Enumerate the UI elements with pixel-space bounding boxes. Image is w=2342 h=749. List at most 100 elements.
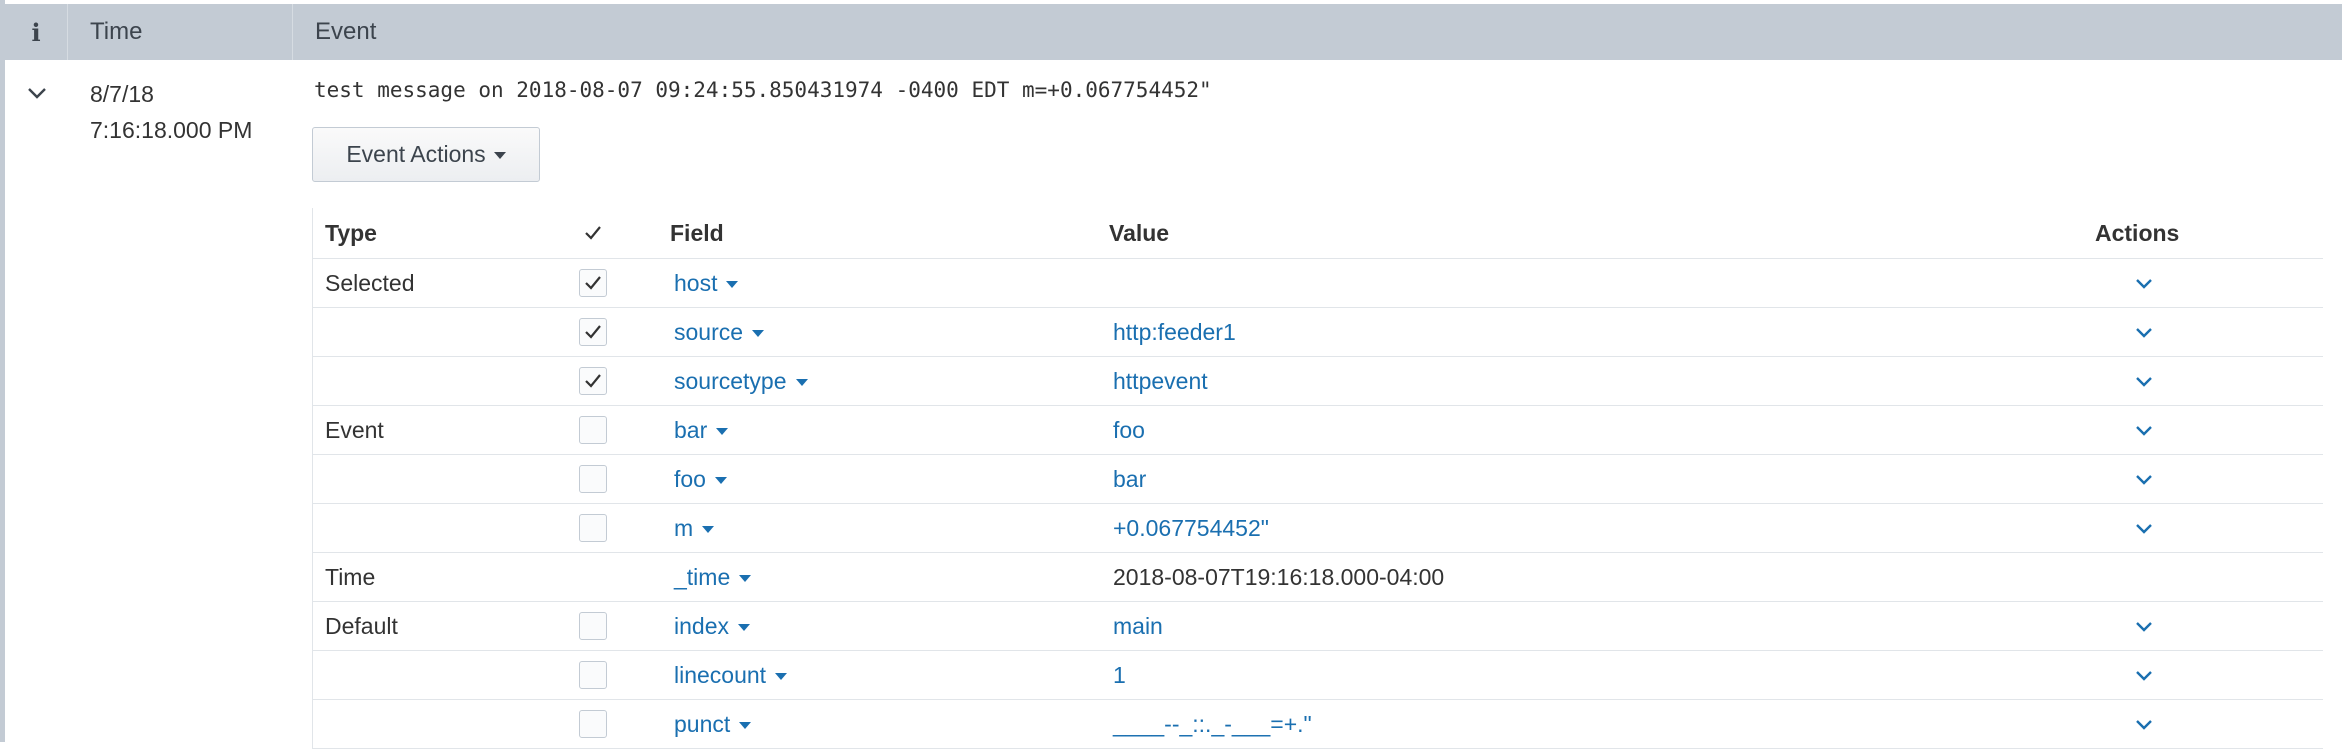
field-actions-button[interactable] — [2129, 464, 2159, 494]
info-column-header[interactable]: i — [5, 4, 68, 60]
field-select-cell — [579, 357, 607, 405]
field-select-cell — [579, 602, 607, 650]
fields-table: Type Field Value Actions Selected host sou… — [312, 208, 2323, 749]
checkmark-icon — [585, 325, 601, 339]
field-select-checkbox[interactable] — [579, 710, 607, 738]
field-row: Event bar foo — [313, 406, 2323, 455]
field-name-menu[interactable]: host — [674, 259, 739, 307]
chevron-down-icon — [28, 88, 46, 99]
field-row: Selected host — [313, 259, 2323, 308]
field-name-menu[interactable]: source — [674, 308, 765, 356]
field-name-menu[interactable]: linecount — [674, 651, 788, 699]
field-row: Default index main — [313, 602, 2323, 651]
field-name: m — [674, 514, 694, 541]
info-icon: i — [31, 17, 41, 47]
field-value[interactable]: ____--_::._-___=+." — [1113, 700, 1312, 748]
field-actions-cell — [2089, 504, 2159, 552]
field-row: Time _time 2018-08-07T19:16:18.000-04:00 — [313, 553, 2323, 602]
value-column-header: Value — [1109, 219, 1170, 246]
field-name: linecount — [674, 661, 767, 688]
event-actions-button[interactable]: Event Actions — [312, 127, 540, 182]
field-actions-button[interactable] — [2129, 611, 2159, 641]
field-select-checkbox[interactable] — [579, 661, 607, 689]
field-actions-cell — [2089, 259, 2159, 307]
field-name-menu[interactable]: foo — [674, 455, 727, 503]
field-name: _time — [674, 563, 731, 590]
field-actions-button[interactable] — [2129, 366, 2159, 396]
field-name: sourcetype — [674, 367, 787, 394]
field-select-checkbox[interactable] — [579, 269, 607, 297]
field-name-menu[interactable]: punct — [674, 700, 752, 748]
field-actions-cell — [2089, 602, 2159, 650]
field-actions-button[interactable] — [2129, 268, 2159, 298]
fields-table-header: Type Field Value Actions — [313, 208, 2323, 259]
field-select-checkbox[interactable] — [579, 514, 607, 542]
type-column-header: Type — [325, 219, 377, 246]
field-select-cell — [579, 504, 607, 552]
results-header: i Time Event — [5, 4, 2342, 60]
time-header-label: Time — [90, 18, 143, 45]
field-type-label: Selected — [325, 269, 415, 296]
event-date: 8/7/18 — [90, 81, 154, 107]
field-name-menu[interactable]: index — [674, 602, 750, 650]
chevron-down-icon — [2136, 720, 2152, 730]
field-select-checkbox[interactable] — [579, 318, 607, 346]
field-actions-button[interactable] — [2129, 709, 2159, 739]
chevron-down-icon — [2136, 377, 2152, 387]
chevron-down-icon — [2136, 475, 2152, 485]
select-all-checkbox[interactable] — [579, 219, 607, 247]
field-name-menu[interactable]: m — [674, 504, 715, 552]
field-value[interactable]: bar — [1113, 455, 1146, 503]
chevron-down-icon — [2136, 426, 2152, 436]
field-select-checkbox[interactable] — [579, 612, 607, 640]
field-value[interactable]: main — [1113, 602, 1163, 650]
field-actions-button[interactable] — [2129, 513, 2159, 543]
field-name: index — [674, 612, 729, 639]
select-all-toggle[interactable] — [579, 208, 607, 258]
checkmark-icon — [585, 374, 601, 388]
time-column-header[interactable]: Time — [68, 4, 293, 60]
field-actions-button[interactable] — [2129, 660, 2159, 690]
field-select-cell — [579, 259, 607, 307]
field-actions-cell — [2089, 308, 2159, 356]
field-type-label: Default — [325, 612, 398, 639]
caret-down-icon — [493, 152, 506, 159]
checkmark-icon — [585, 276, 601, 290]
field-name-menu[interactable]: bar — [674, 406, 729, 454]
caret-down-icon — [737, 623, 750, 631]
field-column-header: Field — [670, 219, 724, 246]
actions-column-header: Actions — [2095, 219, 2180, 246]
left-gutter — [0, 0, 5, 742]
field-select-checkbox[interactable] — [579, 416, 607, 444]
chevron-down-icon — [2136, 671, 2152, 681]
field-select-checkbox[interactable] — [579, 367, 607, 395]
caret-down-icon — [714, 476, 727, 484]
field-actions-cell — [2089, 455, 2159, 503]
field-value: 2018-08-07T19:16:18.000-04:00 — [1113, 563, 1445, 590]
field-value[interactable]: http:feeder1 — [1113, 308, 1236, 356]
caret-down-icon — [716, 427, 729, 435]
field-actions-button[interactable] — [2129, 317, 2159, 347]
field-select-cell — [579, 651, 607, 699]
field-actions-button[interactable] — [2129, 415, 2159, 445]
field-name: punct — [674, 710, 731, 737]
field-value[interactable]: foo — [1113, 406, 1145, 454]
field-value[interactable]: +0.067754452" — [1113, 504, 1269, 552]
field-actions-cell — [2089, 406, 2159, 454]
collapse-event-toggle[interactable] — [24, 80, 50, 106]
field-value[interactable]: 1 — [1113, 651, 1126, 699]
field-actions-cell — [2089, 700, 2159, 748]
field-select-cell — [579, 406, 607, 454]
field-name-menu[interactable]: _time — [674, 553, 752, 601]
caret-down-icon — [795, 378, 808, 386]
field-value[interactable]: httpevent — [1113, 357, 1208, 405]
event-time: 8/7/18 7:16:18.000 PM — [90, 76, 252, 148]
field-name: bar — [674, 416, 708, 443]
event-actions-label: Event Actions — [346, 141, 486, 167]
field-name-menu[interactable]: sourcetype — [674, 357, 808, 405]
field-select-checkbox[interactable] — [579, 465, 607, 493]
event-column-header: Event — [293, 18, 376, 46]
caret-down-icon — [752, 329, 765, 337]
event-header-label: Event — [315, 18, 377, 45]
field-row: source http:feeder1 — [313, 308, 2323, 357]
